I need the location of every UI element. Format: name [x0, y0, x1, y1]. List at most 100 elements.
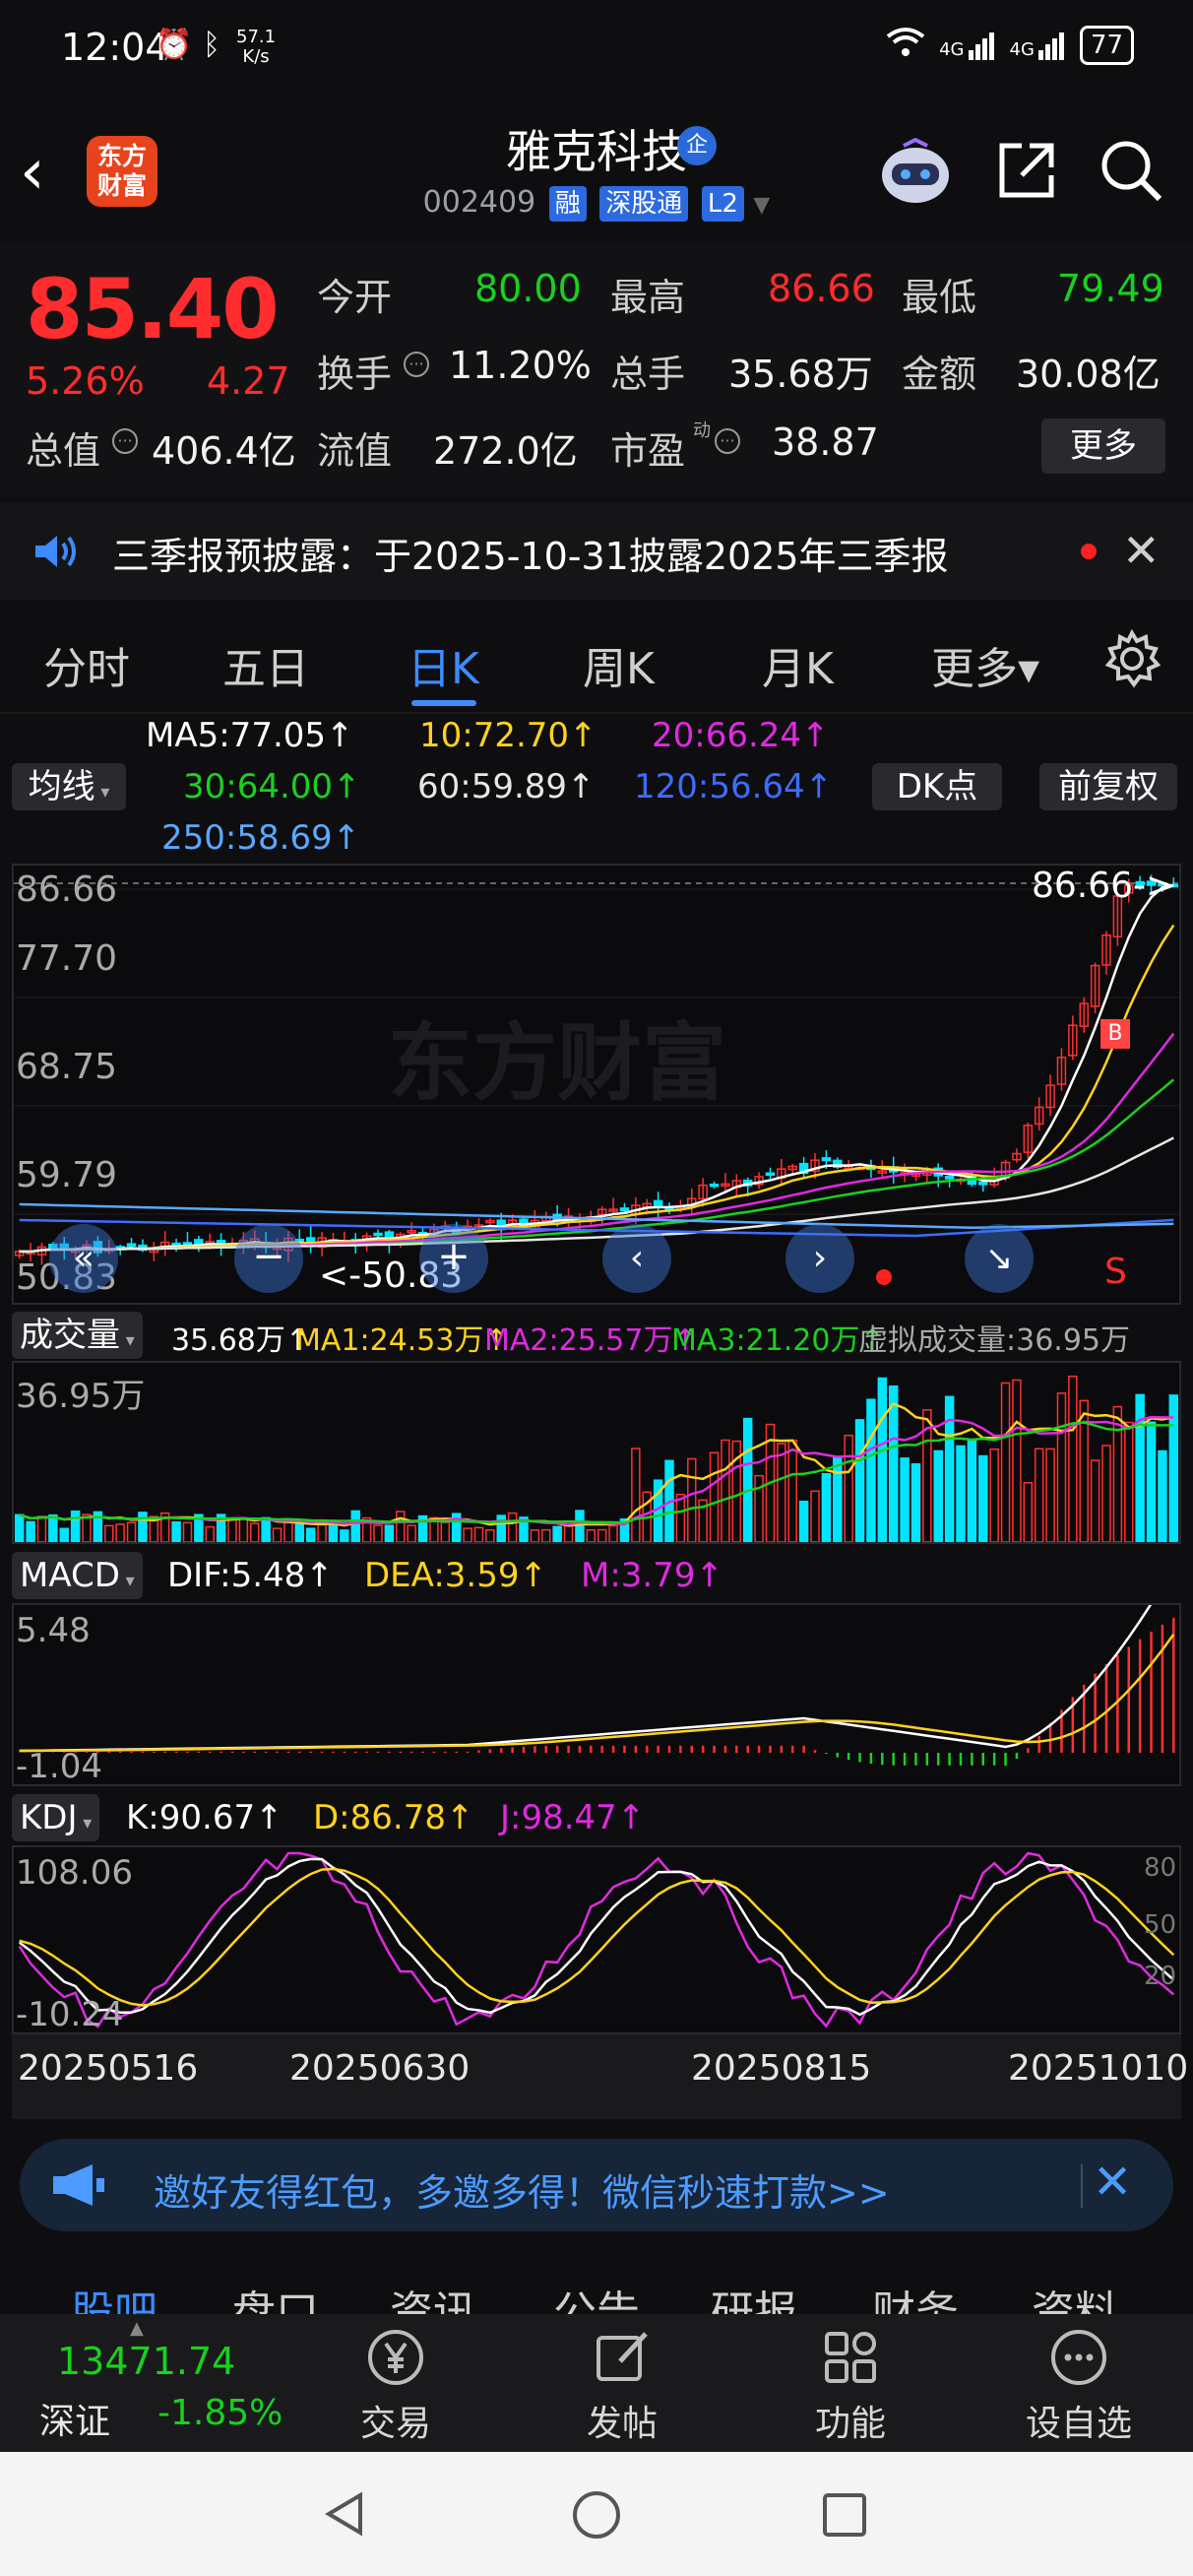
- tab-weekly-k[interactable]: 周K: [583, 633, 655, 696]
- volume-bar: [933, 1449, 943, 1542]
- volume-bar: [1135, 1393, 1145, 1542]
- nav-functions[interactable]: 功能: [782, 2326, 919, 2446]
- index-name[interactable]: 深证: [39, 2393, 110, 2444]
- macd-chart[interactable]: 5.48 -1.04: [12, 1603, 1181, 1786]
- date-label: 20250630: [289, 2048, 471, 2089]
- ma-selector[interactable]: 均线 ▾: [12, 763, 126, 810]
- quote-panel: 85.40 5.26% 4.27 今开 80.00 最高 86.66 最低 79…: [0, 241, 1193, 497]
- l2-tag: L2: [701, 186, 744, 222]
- close-icon[interactable]: ✕: [1093, 2155, 1132, 2210]
- volume-bar: [59, 1527, 69, 1542]
- volume-bar: [1146, 1421, 1157, 1542]
- nav-watchlist[interactable]: 设自选: [1010, 2326, 1148, 2446]
- tab-news[interactable]: 资讯: [390, 2277, 476, 2314]
- volume-bar: [171, 1520, 181, 1542]
- volume-bar: [48, 1513, 58, 1542]
- tab-monthly-k[interactable]: 月K: [762, 633, 834, 696]
- change-amount: 4.27: [207, 359, 290, 403]
- volume-y-max: 36.95万: [16, 1377, 146, 1416]
- tab-five-day[interactable]: 五日: [222, 633, 309, 696]
- tab-finance[interactable]: 财务: [872, 2277, 959, 2314]
- volume-bar: [26, 1520, 35, 1542]
- scroll-left-icon[interactable]: «: [49, 1224, 118, 1293]
- zoom-out-icon[interactable]: −: [234, 1224, 303, 1293]
- zoom-in-icon[interactable]: +: [419, 1224, 488, 1293]
- candle-body: [373, 1232, 383, 1237]
- volume-chart[interactable]: 36.95万: [12, 1361, 1181, 1544]
- buy-signal-badge[interactable]: B: [1100, 1019, 1130, 1049]
- tab-forum[interactable]: 股吧: [71, 2277, 157, 2314]
- period-tabs: 分时 五日 日K 周K 月K 更多▾: [0, 606, 1193, 714]
- tab-daily-k[interactable]: 日K: [408, 633, 479, 696]
- volume-bar: [1124, 1421, 1134, 1542]
- event-dot[interactable]: [876, 1269, 892, 1285]
- home-circle-icon[interactable]: [571, 2489, 622, 2541]
- volume-selector[interactable]: 成交量 ▾: [12, 1312, 143, 1359]
- active-tab-indicator: [411, 700, 476, 706]
- reset-view-icon[interactable]: ↘: [965, 1224, 1034, 1293]
- scroll-forward-icon[interactable]: ›: [785, 1224, 854, 1293]
- info-icon[interactable]: ···: [404, 352, 429, 377]
- tab-research[interactable]: 研报: [711, 2277, 797, 2314]
- bluetooth-icon: ᛒ: [203, 28, 220, 62]
- notice-bar[interactable]: 三季报预披露：于2025-10-31披露2025年三季报 ✕: [0, 502, 1193, 601]
- megaphone-icon: [49, 2162, 108, 2208]
- nav-trade[interactable]: 交易: [327, 2326, 465, 2446]
- macd-dif-line: [19, 1605, 1153, 1753]
- share-icon[interactable]: [994, 138, 1059, 203]
- adjust-button[interactable]: 前复权: [1039, 763, 1177, 810]
- close-icon[interactable]: ✕: [1122, 524, 1161, 577]
- volume-bar: [721, 1439, 730, 1542]
- sell-signal[interactable]: S: [1104, 1252, 1127, 1292]
- tab-announcements[interactable]: 公告: [553, 2277, 640, 2314]
- volume-bar: [272, 1527, 283, 1542]
- volume-bar: [844, 1434, 853, 1542]
- recents-square-icon[interactable]: [821, 2491, 868, 2539]
- volume-bar: [373, 1524, 383, 1542]
- more-button[interactable]: 更多: [1041, 419, 1165, 474]
- promo-banner[interactable]: 邀好友得红包，多邀多得！微信秒速打款>> ✕: [20, 2139, 1173, 2231]
- volume-bar: [866, 1398, 876, 1542]
- info-icon[interactable]: ···: [715, 428, 740, 454]
- margin-tag: 融: [548, 186, 587, 222]
- tab-profile[interactable]: 资料: [1032, 2277, 1118, 2314]
- dk-point-button[interactable]: DK点: [872, 763, 1002, 810]
- tab-more[interactable]: 更多▾: [931, 633, 1039, 696]
- gear-icon[interactable]: [1100, 627, 1163, 690]
- tab-intraday[interactable]: 分时: [43, 633, 130, 696]
- macd-dea: DEA:3.59↑: [364, 1556, 547, 1595]
- battery-icon: 77: [1079, 26, 1134, 65]
- nav-post[interactable]: 发帖: [553, 2326, 691, 2446]
- back-triangle-icon[interactable]: [321, 2489, 370, 2539]
- ai-assistant-icon[interactable]: [876, 137, 955, 207]
- index-change[interactable]: -1.85%: [157, 2393, 283, 2433]
- candle-body: [944, 1176, 955, 1180]
- kline-chart[interactable]: 东方财富 86.66 77.70 68.75 59.79 50.83 86.66…: [12, 864, 1181, 1305]
- notice-text: 三季报预披露：于2025-10-31披露2025年三季报: [112, 535, 949, 578]
- info-icon[interactable]: ···: [112, 428, 138, 454]
- search-icon[interactable]: [1099, 138, 1163, 203]
- volume-bar: [608, 1524, 618, 1542]
- tab-orderbook[interactable]: 盘口: [232, 2277, 319, 2314]
- kdj-chart[interactable]: 108.06 -10.24 80 50 20: [12, 1845, 1181, 2034]
- amount-label: 金额: [902, 353, 977, 396]
- watermark: 东方财富: [388, 1014, 726, 1113]
- candle-body: [619, 1207, 630, 1212]
- volume-bar: [14, 1513, 25, 1542]
- kdj-selector[interactable]: KDJ ▾: [12, 1794, 100, 1841]
- volume-bar: [36, 1515, 47, 1542]
- chevron-down-icon: ▾: [94, 782, 110, 803]
- ma5-value: MA5:77.05↑: [146, 716, 354, 755]
- ma60-value: 60:59.89↑: [417, 767, 596, 806]
- volume-bar: [485, 1528, 495, 1542]
- kdj-header: KDJ ▾ K:90.67↑ D:86.78↑ J:98.47↑: [0, 1790, 1193, 1845]
- volume-bar: [742, 1417, 753, 1542]
- scroll-back-icon[interactable]: ‹: [602, 1224, 671, 1293]
- volume-bar: [575, 1510, 585, 1542]
- macd-selector[interactable]: MACD ▾: [12, 1552, 143, 1599]
- volume-value: 35.68万: [728, 353, 873, 396]
- virtual-volume: 虚拟成交量:36.95万: [858, 1323, 1130, 1358]
- index-value[interactable]: 13471.74: [57, 2340, 235, 2383]
- candle-body: [765, 1172, 776, 1177]
- volume-bar: [709, 1451, 720, 1542]
